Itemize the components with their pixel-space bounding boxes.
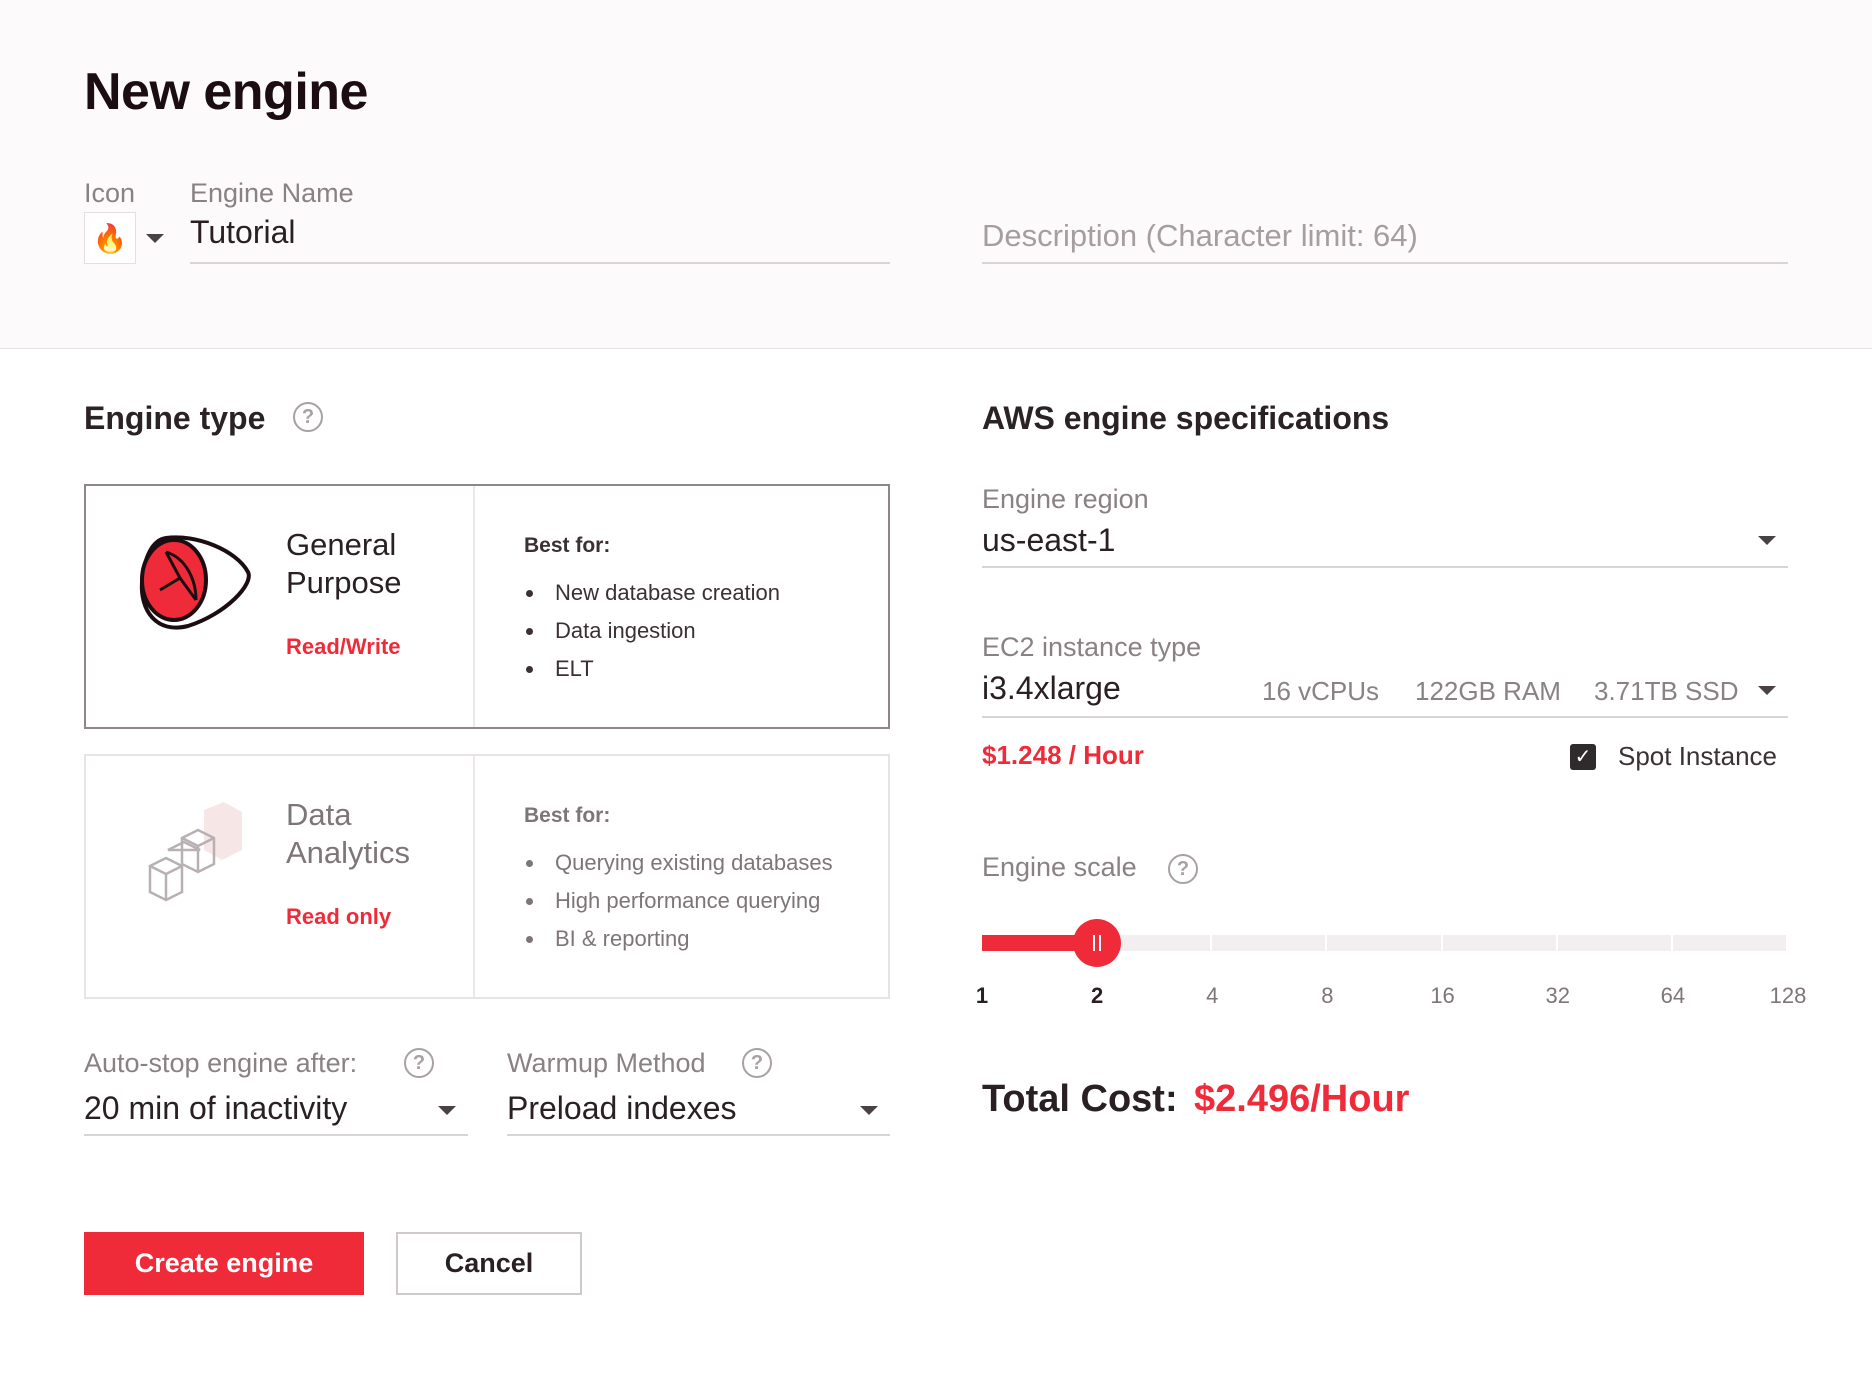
best-for-label: Best for: — [524, 804, 611, 827]
engine-region-select[interactable]: us-east-1 — [982, 522, 1788, 568]
scale-tick[interactable]: 8 — [1297, 983, 1357, 1009]
engine-icon-picker[interactable]: 🔥 — [84, 212, 136, 264]
scale-tick[interactable]: 16 — [1413, 983, 1473, 1009]
scale-segment — [1558, 935, 1673, 951]
list-item: New database creation — [524, 574, 780, 612]
scale-segment — [1212, 935, 1328, 951]
instance-price: $1.248 / Hour — [982, 740, 1144, 770]
instance-vcpus: 16 vCPUs — [1262, 676, 1380, 706]
spot-instance-checkbox[interactable]: ✓ — [1570, 743, 1596, 770]
auto-stop-label: Auto-stop engine after: — [84, 1048, 358, 1078]
warmup-select[interactable]: Preload indexes — [507, 1090, 890, 1136]
auto-stop-value: 20 min of inactivity — [84, 1090, 348, 1126]
best-for-label: Best for: — [524, 534, 611, 557]
chevron-down-icon[interactable] — [146, 234, 164, 243]
warmup-help-icon[interactable]: ? — [742, 1048, 772, 1078]
total-cost-label: Total Cost: — [982, 1078, 1178, 1120]
description-input[interactable]: Description (Character limit: 64) — [982, 218, 1788, 264]
engine-name-input[interactable]: Tutorial — [190, 214, 890, 264]
card-name: General Purpose — [286, 527, 402, 600]
list-item: Querying existing databases — [524, 844, 833, 882]
flame-icon: 🔥 — [92, 222, 128, 254]
engine-name-label: Engine Name — [190, 178, 354, 208]
auto-stop-help-icon[interactable]: ? — [404, 1048, 434, 1078]
list-item: ELT — [524, 650, 780, 688]
scale-tick[interactable]: 64 — [1643, 983, 1703, 1009]
instance-type-value: i3.4xlarge — [982, 670, 1121, 706]
card-mode: Read/Write — [286, 634, 401, 659]
chevron-down-icon — [860, 1106, 878, 1115]
data-analytics-icon — [148, 802, 242, 902]
engine-scale-help-icon[interactable]: ? — [1168, 854, 1198, 884]
engine-scale-handle[interactable] — [1073, 919, 1122, 967]
aws-spec-heading: AWS engine specifications — [982, 400, 1390, 436]
page-title: New engine — [84, 63, 368, 121]
best-for-list: Querying existing databases High perform… — [524, 844, 833, 958]
warmup-value: Preload indexes — [507, 1090, 737, 1126]
engine-header-panel — [0, 0, 1872, 349]
chevron-down-icon — [1758, 536, 1776, 545]
engine-region-label: Engine region — [982, 484, 1149, 514]
list-item: High performance querying — [524, 882, 833, 920]
spot-instance-label: Spot Instance — [1618, 741, 1777, 771]
scale-tick[interactable]: 4 — [1182, 983, 1242, 1009]
instance-type-select[interactable]: i3.4xlarge 16 vCPUs 122GB RAM 3.71TB SSD — [982, 670, 1788, 718]
scale-segment — [1327, 935, 1443, 951]
card-divider — [473, 756, 475, 997]
instance-ssd: 3.71TB SSD — [1594, 676, 1739, 706]
spot-instance-toggle[interactable]: ✓ Spot Instance — [1570, 741, 1777, 772]
warmup-label: Warmup Method — [507, 1048, 706, 1078]
scale-tick[interactable]: 128 — [1758, 983, 1818, 1009]
cancel-button[interactable]: Cancel — [396, 1232, 582, 1295]
create-engine-button[interactable]: Create engine — [84, 1232, 364, 1295]
engine-card-data-analytics[interactable]: Data Analytics Read only Best for: Query… — [84, 754, 890, 999]
scale-segment — [1443, 935, 1558, 951]
scale-tick[interactable]: 1 — [952, 983, 1012, 1009]
list-item: Data ingestion — [524, 612, 780, 650]
engine-type-heading: Engine type — [84, 400, 266, 436]
card-divider — [473, 486, 475, 727]
best-for-list: New database creation Data ingestion ELT — [524, 574, 780, 688]
scale-segment — [1673, 935, 1788, 951]
instance-type-label: EC2 instance type — [982, 632, 1202, 662]
list-item: BI & reporting — [524, 920, 833, 958]
engine-region-value: us-east-1 — [982, 522, 1116, 558]
icon-label: Icon — [84, 178, 136, 208]
engine-type-help-icon[interactable]: ? — [293, 402, 323, 432]
engine-card-general-purpose[interactable]: General Purpose Read/Write Best for: New… — [84, 484, 890, 729]
chevron-down-icon — [1758, 686, 1776, 695]
scale-tick[interactable]: 2 — [1067, 983, 1127, 1009]
instance-ram: 122GB RAM — [1415, 676, 1561, 706]
card-mode: Read only — [286, 904, 392, 929]
chevron-down-icon — [438, 1106, 456, 1115]
general-purpose-icon — [139, 535, 251, 630]
auto-stop-select[interactable]: 20 min of inactivity — [84, 1090, 468, 1136]
engine-scale-label: Engine scale — [982, 852, 1137, 882]
card-name: Data Analytics — [286, 797, 411, 870]
total-cost-value: $2.496/Hour — [1194, 1078, 1410, 1120]
scale-tick[interactable]: 32 — [1528, 983, 1588, 1009]
